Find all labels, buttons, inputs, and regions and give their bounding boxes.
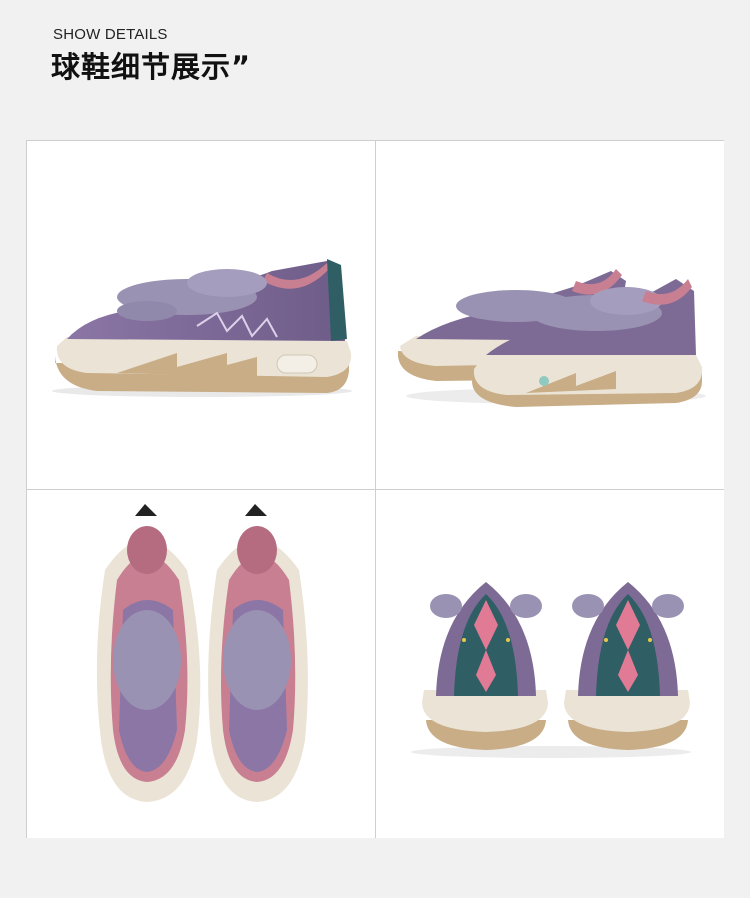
sneaker-heel-icon [411, 582, 691, 758]
gallery-image-side-profile[interactable] [27, 141, 375, 489]
section-title: 球鞋细节展示” [51, 50, 252, 84]
sneaker-top-icon [96, 504, 308, 802]
sneaker-side-icon [52, 259, 352, 397]
gallery-image-top-down[interactable] [27, 490, 375, 838]
gallery-image-heel-rear[interactable] [376, 490, 724, 838]
section-eyebrow: SHOW DETAILS [53, 26, 168, 43]
product-gallery [26, 140, 724, 838]
gallery-image-pair-angled[interactable] [376, 141, 724, 489]
sneaker-pair-icon [398, 269, 706, 407]
